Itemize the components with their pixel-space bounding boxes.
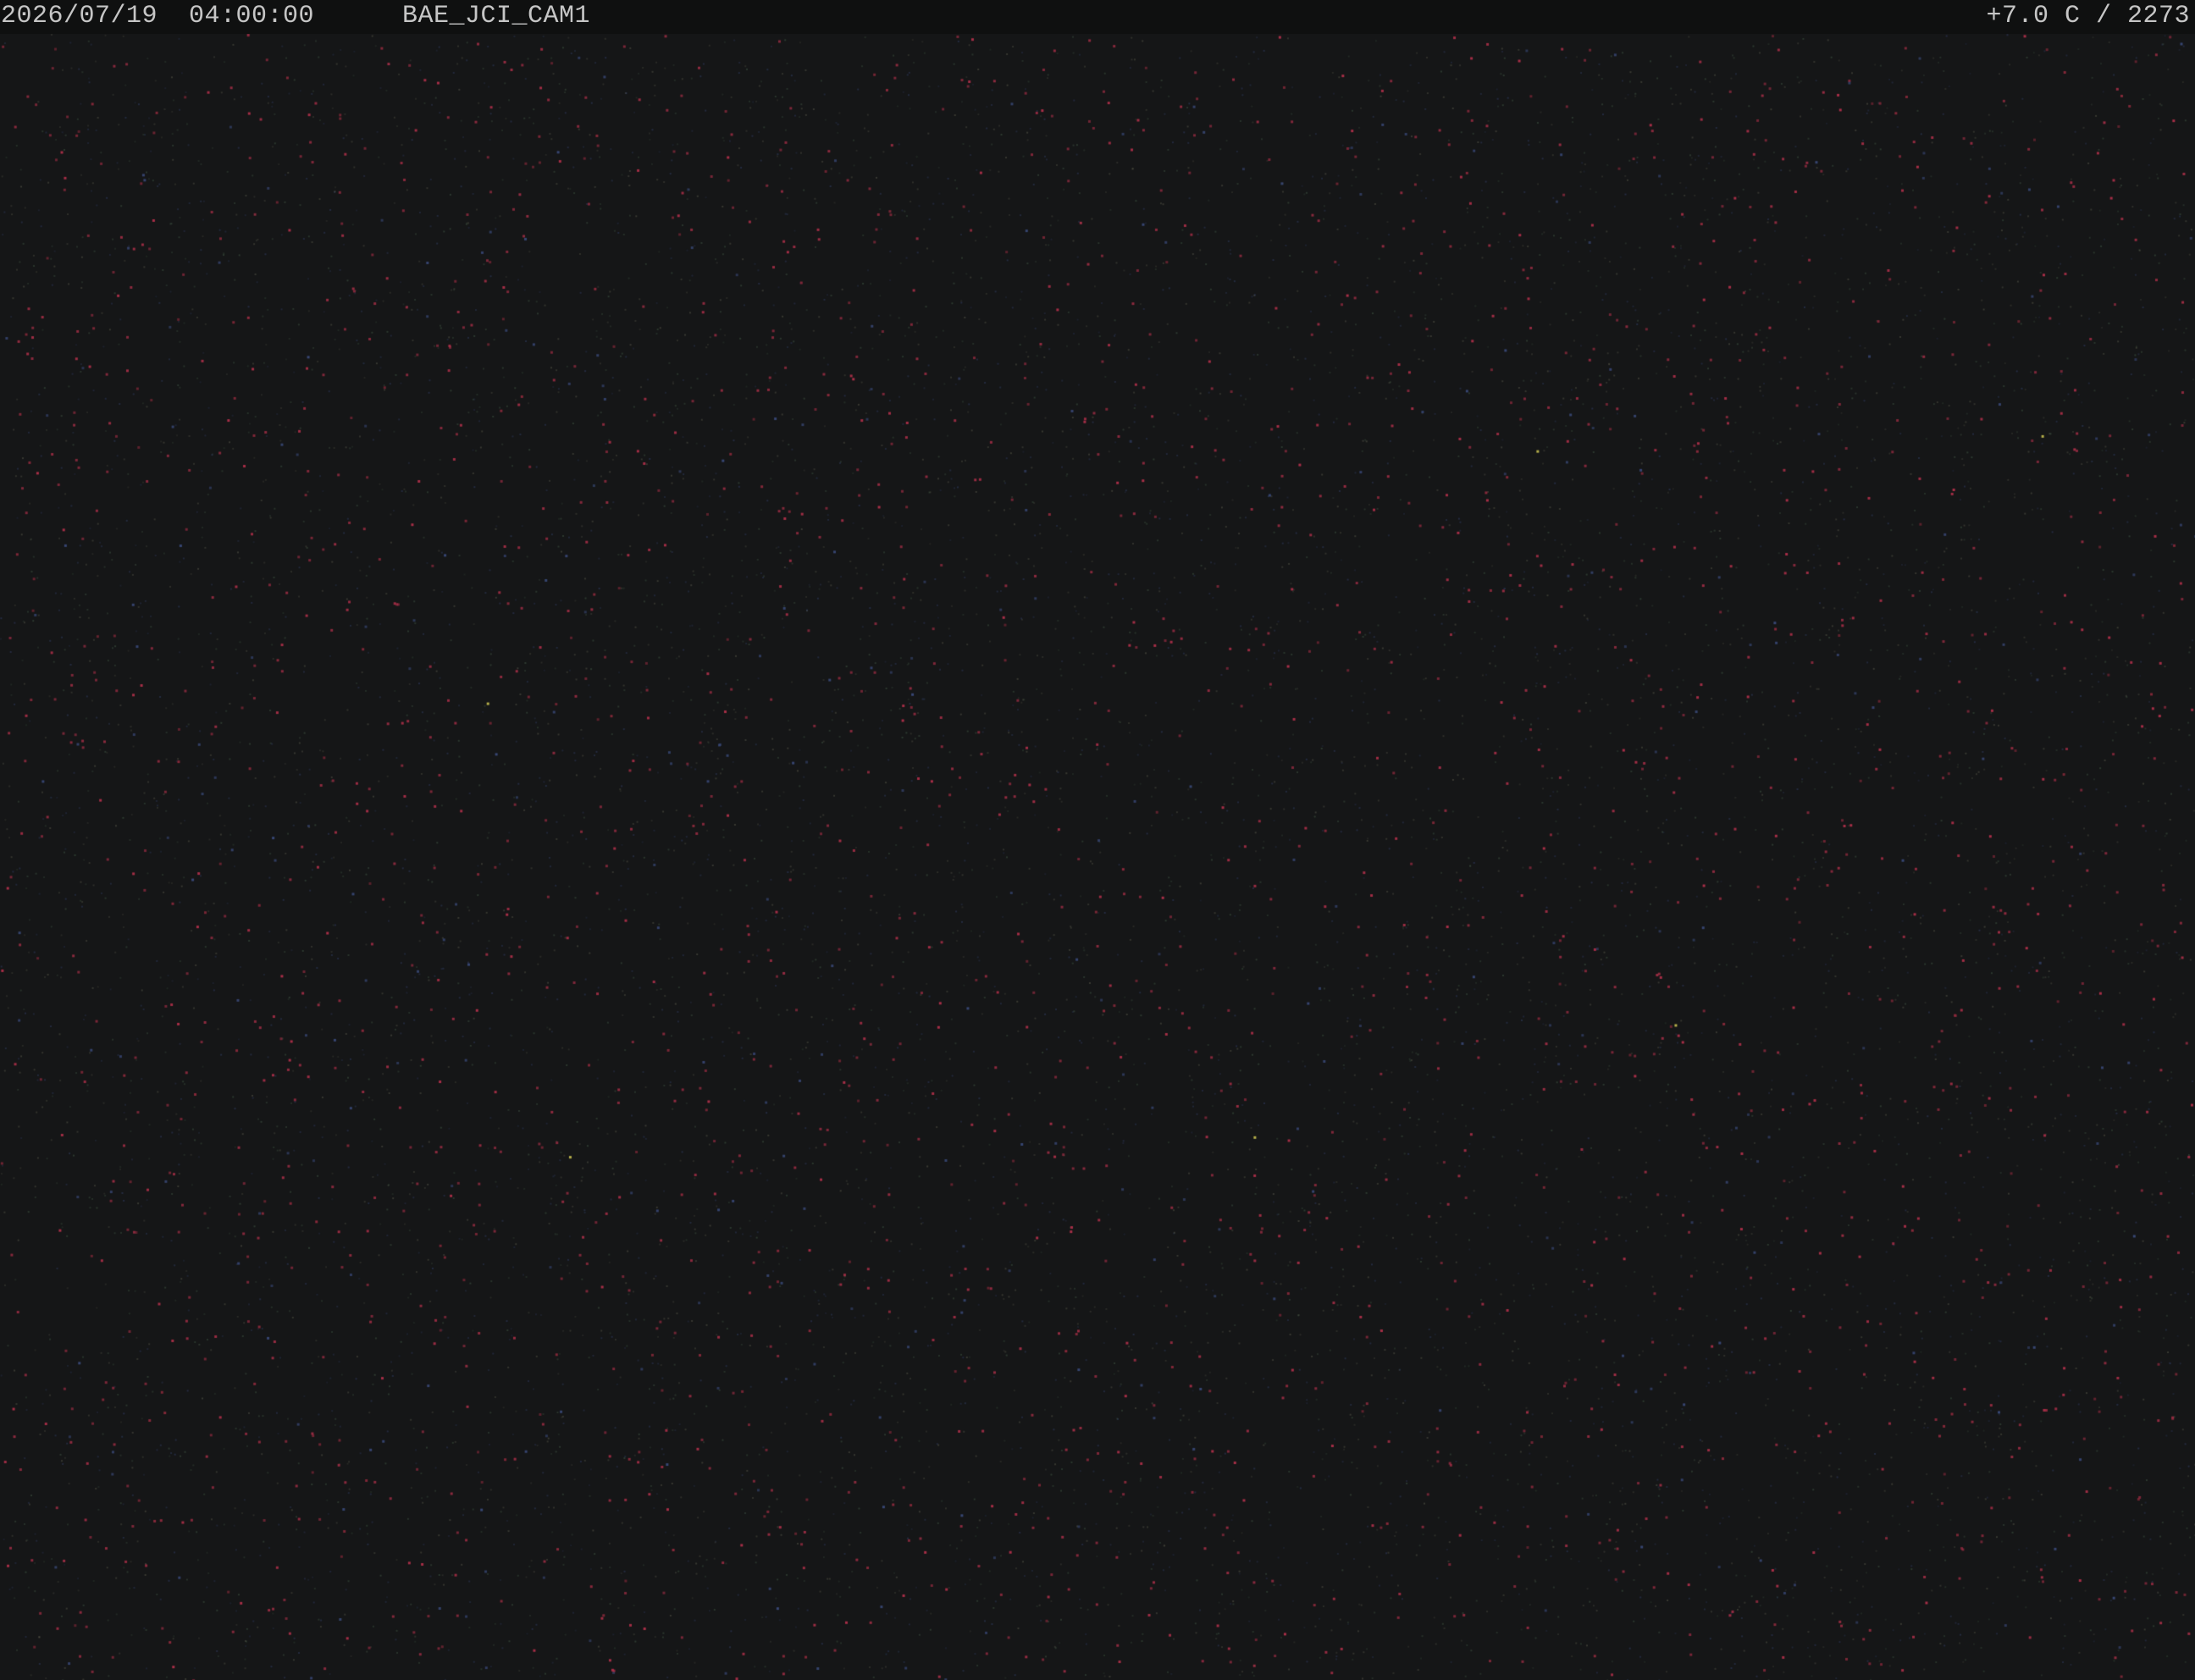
timestamp-label: 2026/07/19 04:00:00 <box>1 2 315 30</box>
camera-id-label: BAE_JCI_CAM1 <box>402 2 591 30</box>
sensor-readout-label: +7.0 C / 2273 <box>1986 2 2190 30</box>
overlay-header-bar: 2026/07/19 04:00:00 BAE_JCI_CAM1 +7.0 C … <box>0 0 2195 34</box>
night-sky-noise-image <box>0 34 2195 1680</box>
camera-frame: 2026/07/19 04:00:00 BAE_JCI_CAM1 +7.0 C … <box>0 0 2195 1680</box>
